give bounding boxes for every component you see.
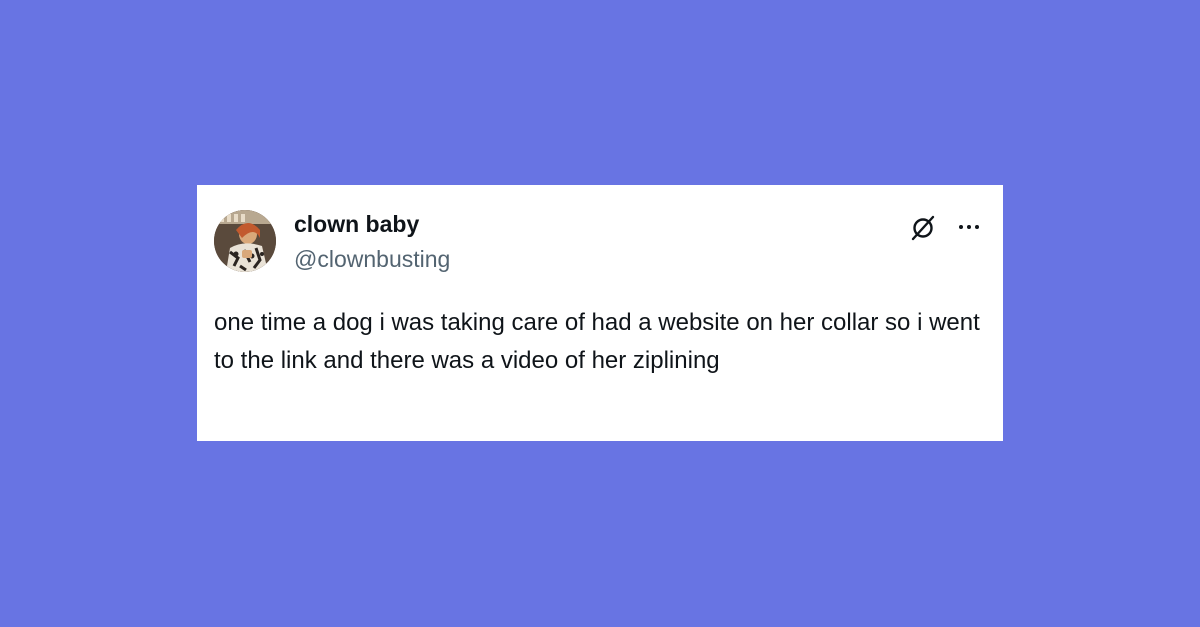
tweet-text: one time a dog i was taking care of had … [214,309,980,374]
display-name[interactable]: clown baby [294,211,419,238]
x-logo-icon [911,215,935,241]
user-handle[interactable]: @clownbusting [294,246,450,273]
more-options-icon[interactable] [955,217,983,237]
avatar[interactable] [214,210,276,272]
avatar-photo-icon [214,210,276,272]
tweet-card: clown baby @clownbusting one time a dog … [197,185,1003,441]
